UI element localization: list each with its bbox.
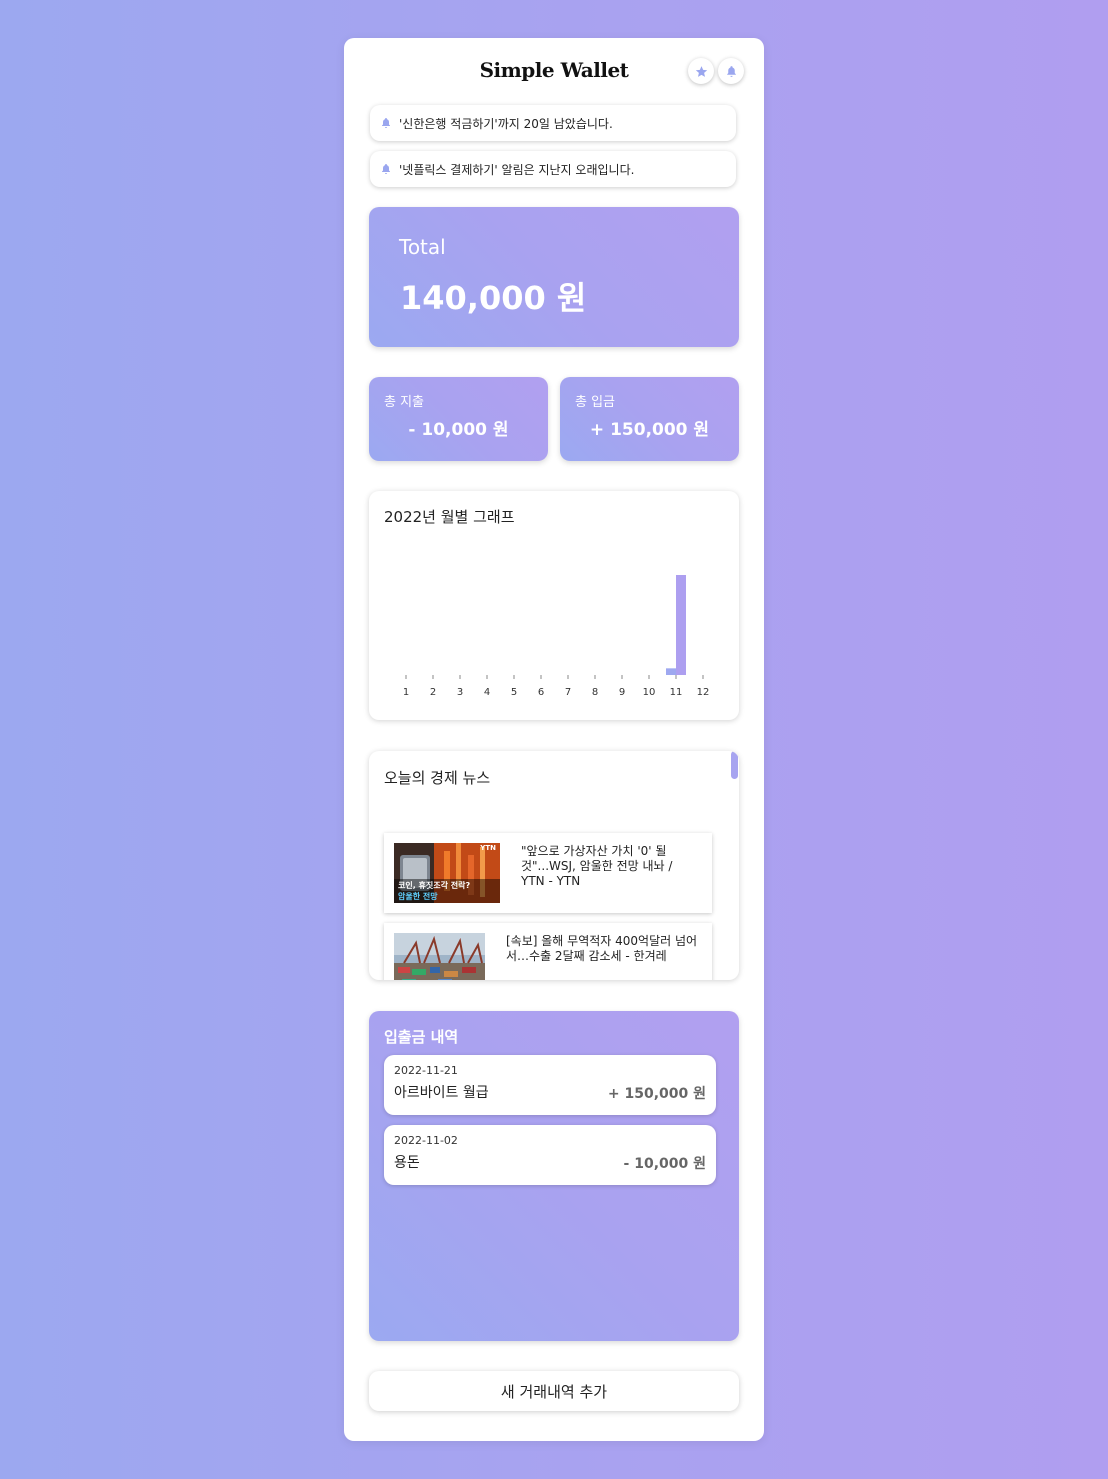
bell-icon bbox=[726, 65, 736, 77]
transaction-amount: + 150,000 원 bbox=[607, 1086, 706, 1102]
total-amount: 140,000 원 bbox=[400, 279, 587, 317]
transactions-title: 입출금 내역 bbox=[384, 1028, 459, 1046]
favorites-button[interactable] bbox=[688, 58, 714, 84]
thumbnail-logo: YTN bbox=[480, 844, 496, 852]
transactions-card: 입출금 내역 2022-11-21 아르바이트 월급 + 150,000 원 2… bbox=[369, 1011, 739, 1341]
transaction-date: 2022-11-02 bbox=[394, 1134, 458, 1147]
notification-text: '신한은행 적금하기'까지 20일 남았습니다. bbox=[399, 116, 613, 131]
x-tick-label: 10 bbox=[643, 687, 656, 698]
x-tick-label: 11 bbox=[670, 687, 683, 698]
chart-bar bbox=[666, 668, 676, 675]
news-title: 오늘의 경제 뉴스 bbox=[384, 769, 491, 787]
x-tick-label: 3 bbox=[457, 687, 463, 698]
notification-text: '넷플릭스 결제하기' 알림은 지난지 오래입니다. bbox=[399, 162, 635, 177]
chart-bar bbox=[676, 575, 686, 675]
expense-label: 총 지출 bbox=[384, 395, 425, 410]
income-label: 총 입금 bbox=[575, 395, 616, 410]
add-transaction-button[interactable]: 새 거래내역 추가 bbox=[369, 1371, 739, 1411]
total-card: Total 140,000 원 bbox=[369, 207, 739, 347]
news-thumbnail: YTN 코인, 휴짓조각 전락? 암울한 전망 bbox=[394, 843, 500, 903]
monthly-chart-card: 1 2 3 4 5 6 7 8 9 10 11 12 2022년 월별 그래프 bbox=[369, 491, 739, 720]
news-thumbnail bbox=[394, 933, 485, 980]
star-icon bbox=[695, 65, 707, 77]
notification-item[interactable]: '신한은행 적금하기'까지 20일 남았습니다. bbox=[370, 105, 736, 141]
news-card: 오늘의 경제 뉴스 YTN 코인, 휴짓조각 전락? 암울한 전망 "앞으로 가… bbox=[369, 751, 739, 980]
transaction-item[interactable]: 2022-11-21 아르바이트 월급 + 150,000 원 bbox=[384, 1055, 716, 1115]
news-headline: [속보] 올해 무역적자 400억달러 넘어서…수출 2달째 감소세 - 한겨레 bbox=[506, 934, 698, 963]
x-tick-label: 8 bbox=[592, 687, 598, 698]
thumbnail-caption: 코인, 휴짓조각 전락? bbox=[398, 881, 471, 890]
notifications-button[interactable] bbox=[718, 58, 744, 84]
thumbnail-caption: 암울한 전망 bbox=[398, 892, 438, 901]
income-amount: + 150,000 원 bbox=[589, 420, 710, 440]
news-item[interactable]: YTN 코인, 휴짓조각 전락? 암울한 전망 "앞으로 가상자산 가치 '0'… bbox=[384, 833, 712, 913]
x-tick-label: 9 bbox=[619, 687, 625, 698]
expense-amount: - 10,000 원 bbox=[408, 420, 509, 440]
transaction-description: 용돈 bbox=[394, 1155, 420, 1171]
transaction-amount: - 10,000 원 bbox=[623, 1156, 706, 1172]
chart-title: 2022년 월별 그래프 bbox=[384, 508, 515, 526]
x-tick-label: 4 bbox=[484, 687, 490, 698]
transaction-date: 2022-11-21 bbox=[394, 1064, 458, 1077]
notification-item[interactable]: '넷플릭스 결제하기' 알림은 지난지 오래입니다. bbox=[370, 151, 736, 187]
header: Simple Wallet bbox=[344, 38, 764, 108]
news-scrollbar[interactable] bbox=[731, 751, 739, 980]
expense-card: 총 지출 - 10,000 원 bbox=[369, 377, 548, 461]
bell-icon bbox=[382, 118, 390, 128]
bell-icon bbox=[382, 164, 390, 174]
x-tick-label: 12 bbox=[697, 687, 710, 698]
x-tick-label: 2 bbox=[430, 687, 436, 698]
x-tick-label: 5 bbox=[511, 687, 517, 698]
total-label: Total bbox=[399, 235, 446, 259]
x-tick-label: 7 bbox=[565, 687, 571, 698]
x-tick-label: 1 bbox=[403, 687, 409, 698]
news-headline: "앞으로 가상자산 가치 '0' 될 것"...WSJ, 암울한 전망 내놔 /… bbox=[521, 844, 673, 888]
transaction-description: 아르바이트 월급 bbox=[394, 1085, 489, 1101]
news-scrollbar-thumb[interactable] bbox=[731, 751, 738, 779]
wallet-app: Simple Wallet '신한은행 적금하기'까지 20일 남았습니다. '… bbox=[344, 38, 764, 1441]
income-card: 총 입금 + 150,000 원 bbox=[560, 377, 739, 461]
news-item[interactable]: [속보] 올해 무역적자 400억달러 넘어서…수출 2달째 감소세 - 한겨레 bbox=[384, 923, 712, 980]
transaction-item[interactable]: 2022-11-02 용돈 - 10,000 원 bbox=[384, 1125, 716, 1185]
x-tick-label: 6 bbox=[538, 687, 544, 698]
